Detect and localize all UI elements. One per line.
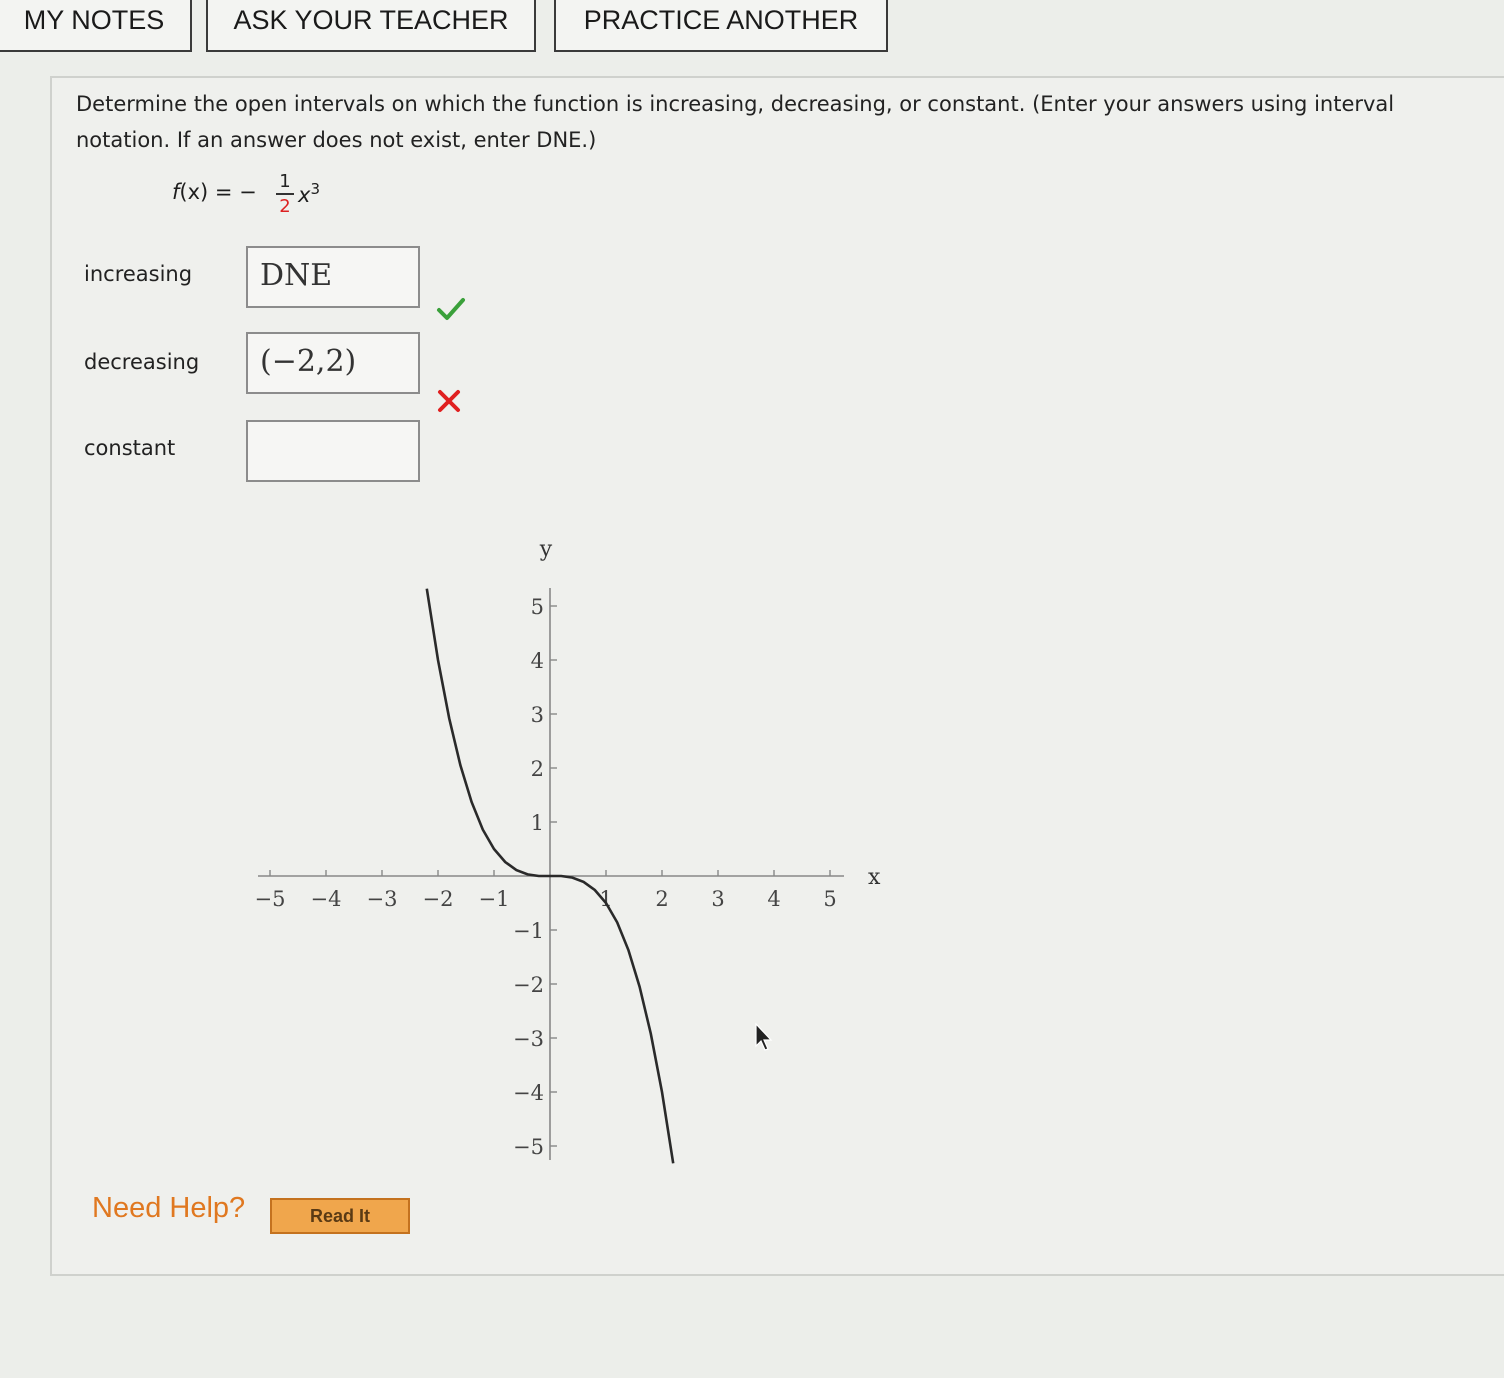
tab-bar: MY NOTES ASK YOUR TEACHER PRACTICE ANOTH… <box>0 0 1504 58</box>
y-tick-label: 4 <box>531 649 544 673</box>
increasing-input[interactable]: DNE <box>246 246 420 308</box>
x-tick-label: −3 <box>367 887 398 911</box>
formula-fraction: 1 2 <box>274 172 296 218</box>
read-it-button[interactable]: Read It <box>270 1198 410 1234</box>
my-notes-tab[interactable]: MY NOTES <box>0 0 192 52</box>
formula-exponent: 3 <box>310 180 320 198</box>
y-tick-label: 2 <box>531 757 544 781</box>
mouse-cursor-icon <box>755 1022 773 1051</box>
y-tick-label: −2 <box>513 973 544 997</box>
x-tick-label: 2 <box>655 887 668 911</box>
formula-power: x3 <box>298 180 320 207</box>
function-graph: xy −5 −4 −3 −2 −1 1 2 3 4 554321−1−2−3−4−5 <box>255 537 881 1164</box>
cross-icon <box>438 390 460 412</box>
x-tick-label: 4 <box>767 887 780 911</box>
fraction-numerator: 1 <box>279 171 291 192</box>
formula-arg: (x) = − <box>179 180 257 204</box>
x-tick-label: 3 <box>711 887 724 911</box>
ask-your-teacher-tab[interactable]: ASK YOUR TEACHER <box>206 0 536 52</box>
x-tick-label: −2 <box>423 887 454 911</box>
need-help-label: Need Help? <box>92 1192 246 1224</box>
y-tick-label: −3 <box>513 1027 544 1051</box>
x-tick-label: −4 <box>311 887 342 911</box>
formula-lhs: f(x) = − <box>172 180 257 204</box>
increasing-label: increasing <box>84 262 193 286</box>
x-tick-label: −1 <box>479 887 510 911</box>
y-axis-label: y <box>539 537 553 562</box>
y-tick-label: −1 <box>513 919 544 943</box>
x-tick-label: 5 <box>823 887 836 911</box>
constant-input[interactable] <box>246 420 420 482</box>
fraction-bar <box>276 193 294 195</box>
y-tick-label: 3 <box>531 703 544 727</box>
constant-label: constant <box>84 436 176 460</box>
x-tick-label: −5 <box>255 887 286 911</box>
y-tick-label: −5 <box>513 1135 544 1159</box>
graph-axes: xy <box>258 537 881 1160</box>
y-tick-label: 1 <box>531 811 544 835</box>
x-axis-label: x <box>868 865 881 890</box>
y-tick-label: −4 <box>513 1081 544 1105</box>
fraction-denominator: 2 <box>279 196 291 217</box>
y-tick-label: 5 <box>531 595 544 619</box>
question-text: Determine the open intervals on which th… <box>76 92 1395 152</box>
practice-another-tab[interactable]: PRACTICE ANOTHER <box>554 0 888 52</box>
check-icon <box>437 298 465 320</box>
decreasing-input[interactable]: (−2,2) <box>246 332 420 394</box>
decreasing-label: decreasing <box>84 350 200 374</box>
formula-variable: x <box>298 183 311 207</box>
